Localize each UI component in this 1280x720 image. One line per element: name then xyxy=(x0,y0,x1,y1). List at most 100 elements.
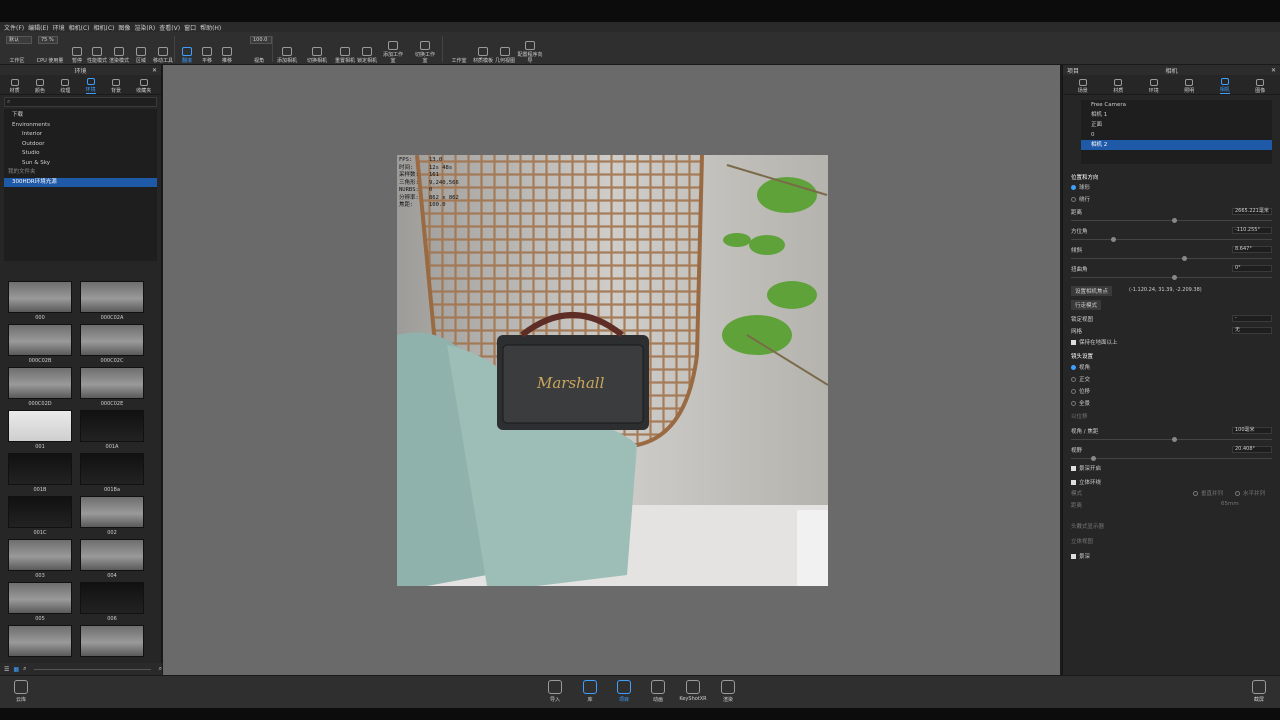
thumb-item[interactable]: 004 xyxy=(80,539,144,582)
menu-view[interactable]: 查看(V) xyxy=(159,23,180,32)
walk-mode-button[interactable]: 行走模式 xyxy=(1071,300,1102,310)
field-of-view-field[interactable]: 20.408° xyxy=(1232,446,1272,453)
zoom-out-icon[interactable]: ⌕ xyxy=(23,665,26,673)
depth-checkbox[interactable]: 景深开启 xyxy=(1071,464,1101,472)
shift-option[interactable]: 以位移 xyxy=(1071,412,1088,420)
thumb-item[interactable]: 001 xyxy=(8,410,72,453)
fov-button[interactable]: 视角 xyxy=(248,34,270,64)
incline-slider[interactable] xyxy=(1071,256,1272,261)
slider-knob[interactable] xyxy=(1091,456,1097,461)
mode-option-horizontal[interactable]: 水平并列 xyxy=(1235,489,1265,497)
lens-radio-ortho[interactable]: 正交 xyxy=(1071,375,1090,383)
slider-knob[interactable] xyxy=(1111,237,1117,242)
menu-render[interactable]: 渲染(R) xyxy=(134,23,155,32)
region-button[interactable]: 区域 xyxy=(130,34,152,64)
close-icon[interactable]: ✕ xyxy=(1271,67,1276,74)
thumb-item[interactable]: 001C xyxy=(8,496,72,539)
twist-slider[interactable] xyxy=(1071,275,1272,280)
tree-item-my-folder[interactable]: 我的文件夹 xyxy=(4,168,157,178)
azimuth-slider[interactable] xyxy=(1071,237,1272,242)
switch-camera-button[interactable]: 切换相机 xyxy=(306,34,328,64)
stereo-view-option[interactable]: 立体视图 xyxy=(1071,537,1093,545)
mode-option-vertical[interactable]: 垂直并列 xyxy=(1193,489,1223,497)
tab-camera[interactable]: 相机 xyxy=(1219,78,1230,94)
tab-material[interactable]: 材质 xyxy=(1113,79,1123,94)
grid-view-icon[interactable]: ▦ xyxy=(13,666,19,673)
thumb-size-slider[interactable] xyxy=(34,668,151,670)
switch-studio-button[interactable]: 切换工作室 xyxy=(414,34,436,64)
menu-image[interactable]: 图像 xyxy=(118,23,130,32)
camera-list-item[interactable]: 相机 1 xyxy=(1081,110,1272,120)
slider-knob[interactable] xyxy=(1171,275,1177,280)
twist-field[interactable]: 0° xyxy=(1232,265,1272,272)
camera-list-item[interactable]: Free Camera xyxy=(1081,100,1272,110)
position-section-title[interactable]: 位置和方向 xyxy=(1071,173,1099,181)
tab-favorites[interactable]: 收藏夹 xyxy=(136,79,151,94)
radio-spherical[interactable]: 球形 xyxy=(1071,183,1090,191)
library-button[interactable]: 库 xyxy=(579,680,601,706)
thumb-item[interactable] xyxy=(8,625,72,657)
tab-materials[interactable]: 材质 xyxy=(10,79,20,94)
azimuth-field[interactable]: -110.255° xyxy=(1232,227,1272,234)
distance-slider[interactable] xyxy=(1071,218,1272,223)
thumb-item[interactable]: 000C02C xyxy=(80,324,144,367)
slider-knob[interactable] xyxy=(1171,437,1177,442)
slider-knob[interactable] xyxy=(1181,256,1187,261)
tree-item-environments[interactable]: Environments xyxy=(4,121,157,131)
cloud-library-button[interactable]: 云库 xyxy=(10,680,32,706)
thumb-item[interactable]: 001Ba xyxy=(80,453,144,496)
tree-item-300hdr[interactable]: 300HDR环境光源 xyxy=(4,177,157,187)
menu-help[interactable]: 帮助(H) xyxy=(200,23,221,32)
tab-image[interactable]: 图像 xyxy=(1255,79,1265,94)
thumb-item[interactable]: 000C02D xyxy=(8,367,72,410)
thumb-item[interactable]: 000C02B xyxy=(8,324,72,367)
render-view[interactable]: Marshall FPS: 13.0 时间: 12s 48s 采样数: 161 三角形… xyxy=(397,155,828,586)
configurator-wizard-button[interactable]: 配置程序向导 xyxy=(516,34,544,64)
menu-environment[interactable]: 环境 xyxy=(53,23,65,32)
tab-environments[interactable]: 环境 xyxy=(85,78,96,94)
add-studio-button[interactable]: 添加工作室 xyxy=(382,34,404,64)
stereo-spacing-value[interactable]: 65mm xyxy=(1221,501,1239,507)
tree-item-outdoor[interactable]: Outdoor xyxy=(4,140,157,150)
tab-scene[interactable]: 场景 xyxy=(1078,79,1088,94)
keyshotxr-button[interactable]: KeyShotXR xyxy=(679,680,707,706)
tree-item-downloads[interactable]: 下载 xyxy=(4,111,157,121)
incline-field[interactable]: 8.647° xyxy=(1232,246,1272,253)
tab-backplates[interactable]: 背景 xyxy=(111,79,121,94)
thumb-item[interactable] xyxy=(80,625,144,657)
lens-radio-panorama[interactable]: 全景 xyxy=(1071,399,1090,407)
geometry-view-button[interactable]: 几何视图 xyxy=(494,34,516,64)
move-tool-button[interactable]: 移动工具 xyxy=(152,34,174,64)
render-button[interactable]: 渲染 xyxy=(717,680,739,706)
zoom-in-icon[interactable]: ⌕ xyxy=(159,665,162,673)
pause-button[interactable]: 暂停 xyxy=(66,34,88,64)
distance-field[interactable]: 2665.221毫米 xyxy=(1232,208,1272,215)
pan-button[interactable]: 平移 xyxy=(196,34,218,64)
import-button[interactable]: 导入 xyxy=(544,680,566,706)
workspace-button[interactable]: 工作区 xyxy=(6,34,28,64)
fov-slider[interactable] xyxy=(1071,437,1272,442)
thumb-item[interactable]: 005 xyxy=(8,582,72,625)
stereo-checkbox[interactable]: 立体环绕 xyxy=(1071,478,1101,486)
tree-item-studio[interactable]: Studio xyxy=(4,149,157,159)
menu-edit[interactable]: 编辑(E) xyxy=(28,23,48,32)
performance-button[interactable]: 性能模式 xyxy=(86,34,108,64)
animation-button[interactable]: 动画 xyxy=(647,680,669,706)
grid-select[interactable]: 无 xyxy=(1232,327,1272,334)
screenshot-button[interactable]: 截屏 xyxy=(1248,680,1270,706)
camera-list-item-selected[interactable]: 相机 2 xyxy=(1081,140,1272,150)
camera-list-item[interactable]: 0 xyxy=(1081,130,1272,140)
thumb-item[interactable]: 000C02E xyxy=(80,367,144,410)
render-mode-button[interactable]: 渲染模式 xyxy=(108,34,130,64)
camera-list-item[interactable]: 正面 xyxy=(1081,120,1272,130)
library-search-input[interactable]: ⌕ xyxy=(4,97,157,107)
add-camera-button[interactable]: 添加相机 xyxy=(276,34,298,64)
close-icon[interactable]: ✕ xyxy=(152,67,157,74)
thumb-item[interactable]: 000C02A xyxy=(80,281,144,324)
thumb-item[interactable]: 002 xyxy=(80,496,144,539)
cpu-usage-button[interactable]: CPU 使用量 xyxy=(34,34,66,64)
material-template-button[interactable]: 材质模板 xyxy=(472,34,494,64)
slider-knob[interactable] xyxy=(1171,218,1177,223)
field-of-view-slider[interactable] xyxy=(1071,456,1272,461)
tree-item-interior[interactable]: Interior xyxy=(4,130,157,140)
